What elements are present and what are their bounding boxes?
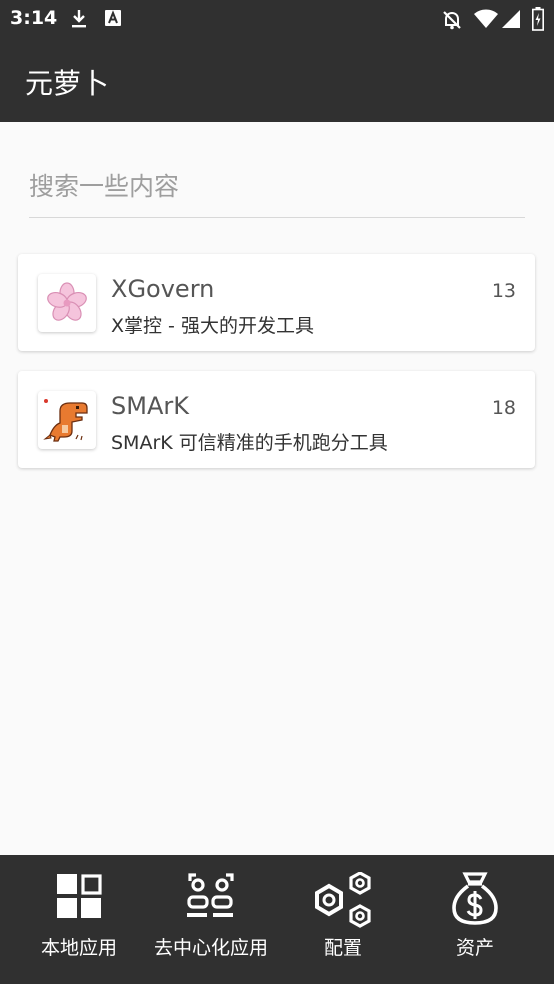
hexagon-nuts-icon	[315, 872, 371, 928]
app-name: XGovern	[111, 275, 215, 303]
battery-icon	[532, 7, 544, 35]
app-bar: 元萝卜	[0, 38, 554, 122]
money-bag-icon	[452, 872, 498, 925]
a-notification-icon	[104, 9, 122, 31]
sakura-flower-icon	[38, 274, 96, 332]
dinosaur-icon	[38, 391, 96, 449]
bottom-navigation: 本地应用 去中心化应用 配置 资产	[0, 855, 554, 984]
nav-config[interactable]: 配置	[274, 855, 412, 984]
nav-decentralized-apps[interactable]: 去中心化应用	[142, 855, 280, 984]
app-count: 18	[491, 397, 516, 419]
nav-assets[interactable]: 资产	[406, 855, 544, 984]
app-description: X掌控 - 强大的开发工具	[111, 315, 314, 337]
app-title: 元萝卜	[25, 67, 110, 100]
search-field[interactable]	[29, 160, 525, 218]
app-card-smark[interactable]: SMArK SMArK 可信精准的手机跑分工具 18	[18, 371, 535, 468]
status-time: 3:14	[10, 7, 58, 29]
nav-local-apps[interactable]: 本地应用	[10, 855, 148, 984]
nav-label: 去中心化应用	[153, 937, 268, 959]
app-count: 13	[491, 280, 516, 302]
wifi-icon	[474, 9, 498, 33]
nav-label: 配置	[323, 937, 362, 959]
cellular-signal-icon	[502, 9, 520, 33]
status-bar: 3:14	[0, 0, 554, 38]
nav-label: 资产	[455, 937, 494, 959]
app-name: SMArK	[111, 392, 189, 420]
notifications-off-icon	[441, 9, 463, 35]
app-card-xgovern[interactable]: XGovern X掌控 - 强大的开发工具 13	[18, 254, 535, 351]
grid-apps-icon	[57, 874, 102, 918]
people-scan-icon	[187, 873, 234, 917]
search-input[interactable]	[29, 166, 519, 206]
download-icon	[70, 9, 88, 33]
app-description: SMArK 可信精准的手机跑分工具	[111, 432, 388, 454]
nav-label: 本地应用	[40, 937, 117, 959]
